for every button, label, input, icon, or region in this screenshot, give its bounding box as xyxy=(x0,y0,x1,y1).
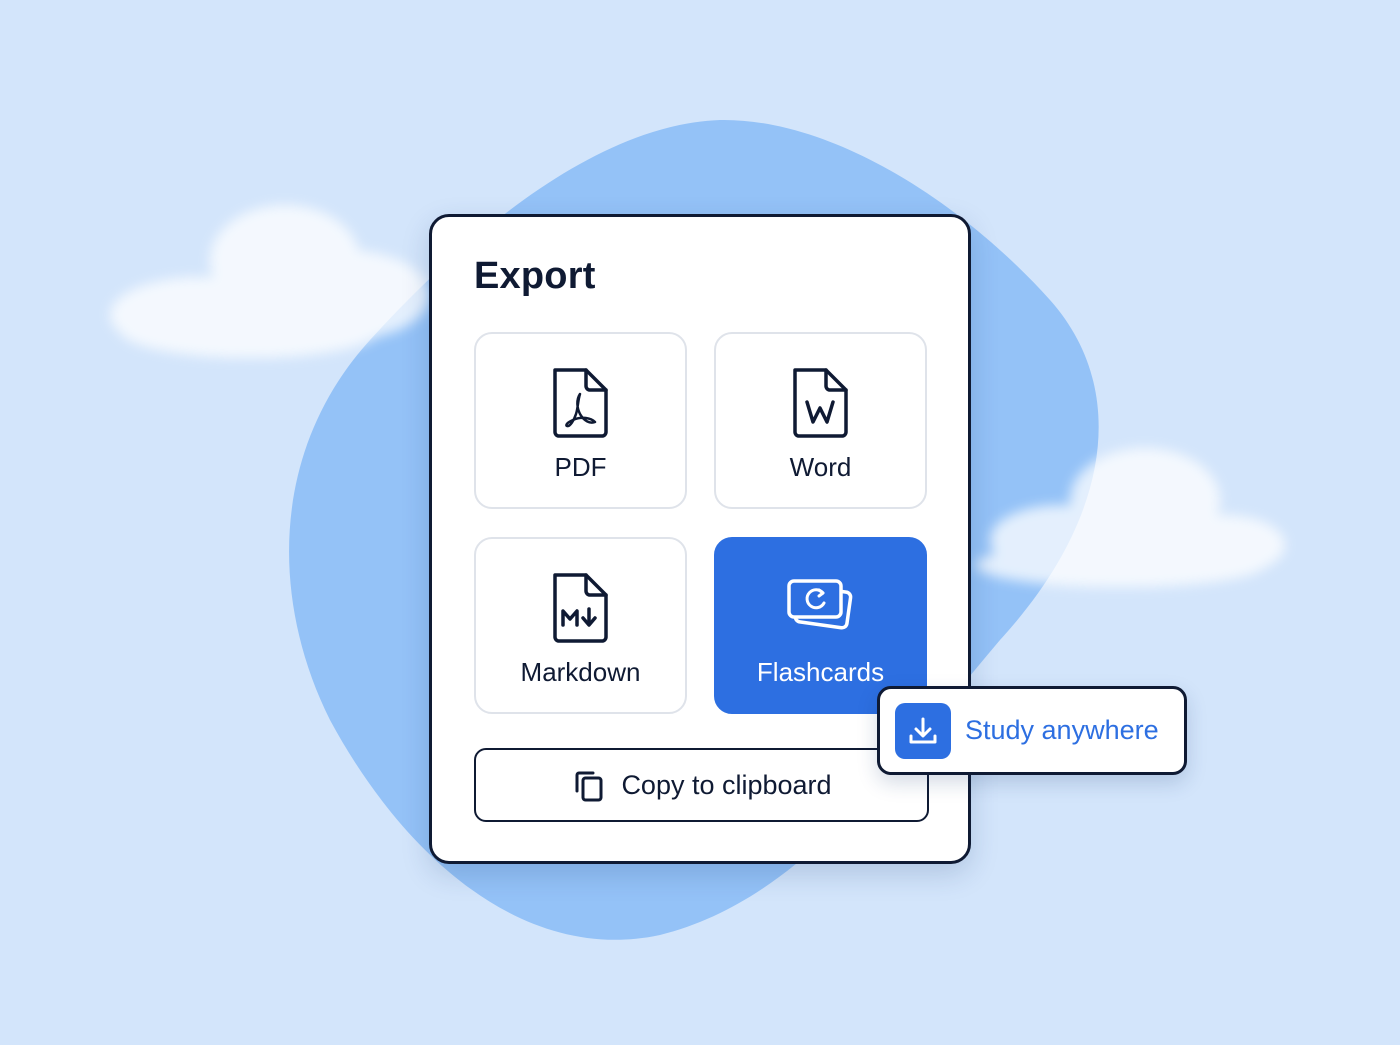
word-file-icon xyxy=(792,368,848,438)
copy-label: Copy to clipboard xyxy=(621,769,832,800)
flashcards-label: Flashcards xyxy=(756,657,885,687)
word-label: Word xyxy=(789,452,852,482)
export-markdown-button[interactable]: Markdown xyxy=(474,537,687,714)
markdown-label: Markdown xyxy=(520,657,641,687)
copy-to-clipboard-button[interactable]: Copy to clipboard xyxy=(474,748,929,822)
download-badge xyxy=(895,702,951,759)
copy-icon xyxy=(575,771,603,802)
markdown-file-icon xyxy=(552,573,608,643)
pdf-file-icon xyxy=(552,368,608,438)
export-pdf-button[interactable]: PDF xyxy=(474,332,687,509)
study-anywhere-tooltip: Study anywhere xyxy=(877,686,1187,775)
panel-title: Export xyxy=(474,255,596,297)
download-icon xyxy=(909,717,937,743)
tooltip-label: Study anywhere xyxy=(965,715,1159,745)
cloud-left xyxy=(110,205,430,358)
flashcards-icon xyxy=(786,579,852,630)
export-word-button[interactable]: Word xyxy=(714,332,927,509)
pdf-label: PDF xyxy=(554,452,607,482)
